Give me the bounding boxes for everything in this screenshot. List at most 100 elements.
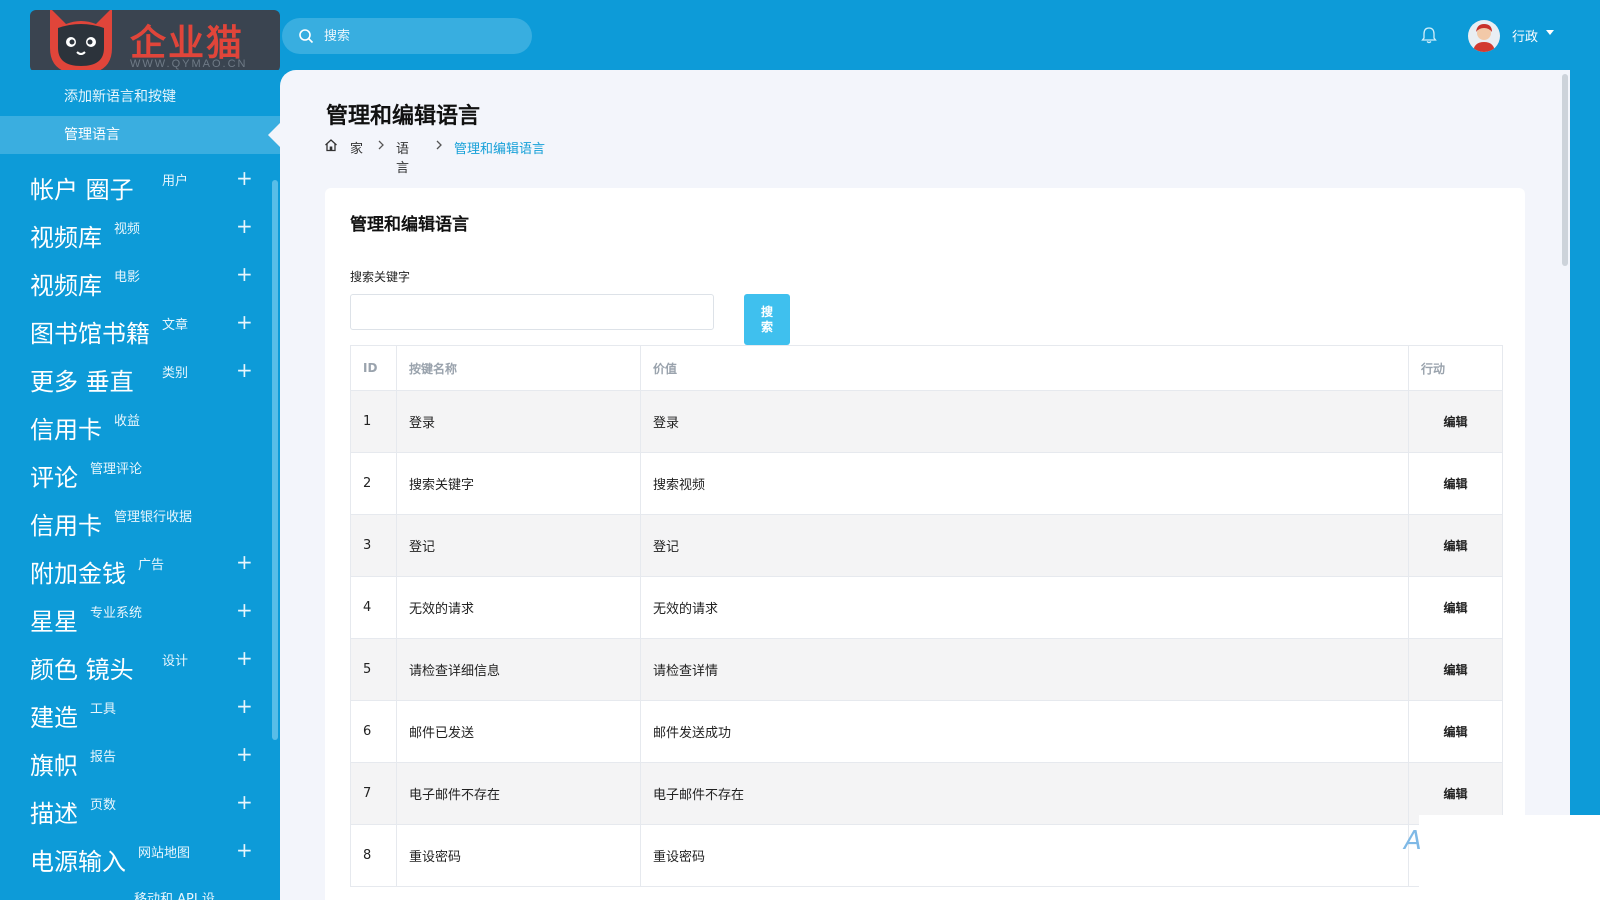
cell-key: 电子邮件不存在 <box>396 762 641 825</box>
sidebar-item-movies[interactable]: 视频库 电影 + <box>0 258 270 306</box>
chevron-right-icon <box>378 140 384 150</box>
plus-icon[interactable]: + <box>236 168 253 188</box>
table-row: 7 电子邮件不存在 电子邮件不存在 编辑 <box>350 762 1503 825</box>
sidebar-subitem-label: 添加新语言和按键 <box>64 89 176 105</box>
column-header-value[interactable]: 价值 <box>640 345 1409 391</box>
sidebar-item-subtitle: 视频 <box>114 222 141 237</box>
cell-key: 重设密码 <box>396 824 641 887</box>
avatar-image <box>1473 24 1495 52</box>
plus-icon[interactable]: + <box>236 792 253 812</box>
cell-value: 无效的请求 <box>640 576 1409 639</box>
sidebar-item-users[interactable]: 帐户 圈子 用户 + <box>0 162 270 210</box>
sidebar-item-subtitle: 报告 <box>90 750 117 765</box>
chevron-down-icon[interactable] <box>1546 30 1554 35</box>
bell-icon[interactable] <box>1420 26 1438 44</box>
sidebar-item-subtitle: 管理评论 <box>90 462 143 477</box>
cell-key: 请检查详细信息 <box>396 638 641 701</box>
edit-button[interactable]: 编辑 <box>1408 638 1503 701</box>
sidebar: 添加新语言和按键 管理语言 帐户 圈子 用户 + 视频库 视频 + 视频库 电影… <box>0 70 280 900</box>
global-search-input[interactable] <box>324 18 524 54</box>
sidebar-item-earnings[interactable]: 信用卡 收益 <box>0 402 270 450</box>
sidebar-item-title: 电源输入 <box>30 848 126 876</box>
sidebar-item-title: 描述 <box>30 800 78 828</box>
sidebar-item-subtitle: 文章 <box>162 318 189 333</box>
chevron-right-icon <box>436 140 442 150</box>
cell-value: 重设密码 <box>640 824 1409 887</box>
edit-button[interactable]: 编辑 <box>1408 390 1503 453</box>
plus-icon[interactable]: + <box>236 552 253 572</box>
sidebar-item-sitemap[interactable]: 电源输入 网站地图 + <box>0 834 270 882</box>
keyword-input[interactable] <box>350 294 714 330</box>
edit-button[interactable]: 编辑 <box>1408 576 1503 639</box>
edit-button[interactable]: 编辑 <box>1408 700 1503 763</box>
sidebar-item-subtitle: 管理银行收据 <box>114 510 193 525</box>
plus-icon[interactable]: + <box>236 840 253 860</box>
sidebar-item-ads[interactable]: 附加金钱 广告 + <box>0 546 270 594</box>
user-avatar[interactable] <box>1468 20 1500 52</box>
cell-id: 8 <box>350 824 397 887</box>
sidebar-subitem-manage-language[interactable]: 管理语言 <box>0 116 280 154</box>
cell-value: 登记 <box>640 514 1409 577</box>
sidebar-item-comments[interactable]: 评论 管理评论 <box>0 450 270 498</box>
home-icon[interactable] <box>324 138 338 152</box>
sidebar-item-mobile-api[interactable]: 移动和 API 设 <box>134 888 215 900</box>
sidebar-item-subtitle: 工具 <box>90 702 117 717</box>
sidebar-item-subtitle: 页数 <box>90 798 117 813</box>
sidebar-item-title: 颜色 镜头 <box>30 656 134 684</box>
plus-icon[interactable]: + <box>236 216 253 236</box>
sidebar-item-title: 附加金钱 <box>30 560 126 588</box>
plus-icon[interactable]: + <box>236 696 253 716</box>
sidebar-item-pro-system[interactable]: 星星 专业系统 + <box>0 594 270 642</box>
card-title: 管理和编辑语言 <box>350 215 469 235</box>
sidebar-subitem-label: 管理语言 <box>64 127 120 143</box>
table-header-row: ID 按键名称 价值 行动 <box>350 345 1503 391</box>
sidebar-item-title: 星星 <box>30 608 78 636</box>
cell-key: 无效的请求 <box>396 576 641 639</box>
plus-icon[interactable]: + <box>236 600 253 620</box>
sidebar-item-subtitle: 用户 <box>162 174 189 189</box>
sidebar-item-title: 建造 <box>30 704 78 732</box>
cell-value: 邮件发送成功 <box>640 700 1409 763</box>
cell-id: 6 <box>350 700 397 763</box>
page-title: 管理和编辑语言 <box>326 104 481 129</box>
column-header-key[interactable]: 按键名称 <box>396 345 641 391</box>
table-row: 3 登记 登记 编辑 <box>350 514 1503 577</box>
user-name[interactable]: 行政 <box>1512 26 1538 45</box>
sidebar-item-bank-receipts[interactable]: 信用卡 管理银行收据 <box>0 498 270 546</box>
sidebar-item-reports[interactable]: 旗帜 报告 + <box>0 738 270 786</box>
sidebar-item-title: 视频库 <box>30 224 102 252</box>
global-search[interactable] <box>282 18 532 54</box>
sidebar-item-pages[interactable]: 描述 页数 + <box>0 786 270 834</box>
sidebar-item-subtitle: 专业系统 <box>90 606 143 621</box>
logo[interactable]: 企业猫 WWW.QYMAO.CN <box>30 10 280 72</box>
main-scrollbar[interactable] <box>1562 74 1568 266</box>
edit-button[interactable]: 编辑 <box>1408 452 1503 515</box>
overlay-patch <box>1419 815 1600 900</box>
column-header-id[interactable]: ID <box>350 345 397 391</box>
sidebar-subitem-add-language[interactable]: 添加新语言和按键 <box>0 78 280 116</box>
plus-icon[interactable]: + <box>236 360 253 380</box>
cell-id: 2 <box>350 452 397 515</box>
sidebar-item-design[interactable]: 颜色 镜头 设计 + <box>0 642 270 690</box>
sidebar-item-title: 更多 垂直 <box>30 368 134 396</box>
table-row: 1 登录 登录 编辑 <box>350 390 1503 453</box>
search-button[interactable]: 搜索 <box>744 294 790 345</box>
sidebar-item-tools[interactable]: 建造 工具 + <box>0 690 270 738</box>
cat-logo-icon <box>50 10 112 72</box>
sidebar-item-articles[interactable]: 图书馆书籍 文章 + <box>0 306 270 354</box>
breadcrumb-language[interactable]: 语言 <box>396 138 409 176</box>
plus-icon[interactable]: + <box>236 312 253 332</box>
edit-button[interactable]: 编辑 <box>1408 514 1503 577</box>
sidebar-item-videos[interactable]: 视频库 视频 + <box>0 210 270 258</box>
cell-value: 请检查详情 <box>640 638 1409 701</box>
sidebar-item-categories[interactable]: 更多 垂直 类别 + <box>0 354 270 402</box>
plus-icon[interactable]: + <box>236 648 253 668</box>
plus-icon[interactable]: + <box>236 744 253 764</box>
plus-icon[interactable]: + <box>236 264 253 284</box>
table-row: 6 邮件已发送 邮件发送成功 编辑 <box>350 700 1503 763</box>
sidebar-item-title: 评论 <box>30 464 78 492</box>
sidebar-item-title: 旗帜 <box>30 752 78 780</box>
sidebar-scrollbar[interactable] <box>272 180 278 740</box>
breadcrumb-home[interactable]: 家 <box>350 138 363 157</box>
cell-id: 4 <box>350 576 397 639</box>
